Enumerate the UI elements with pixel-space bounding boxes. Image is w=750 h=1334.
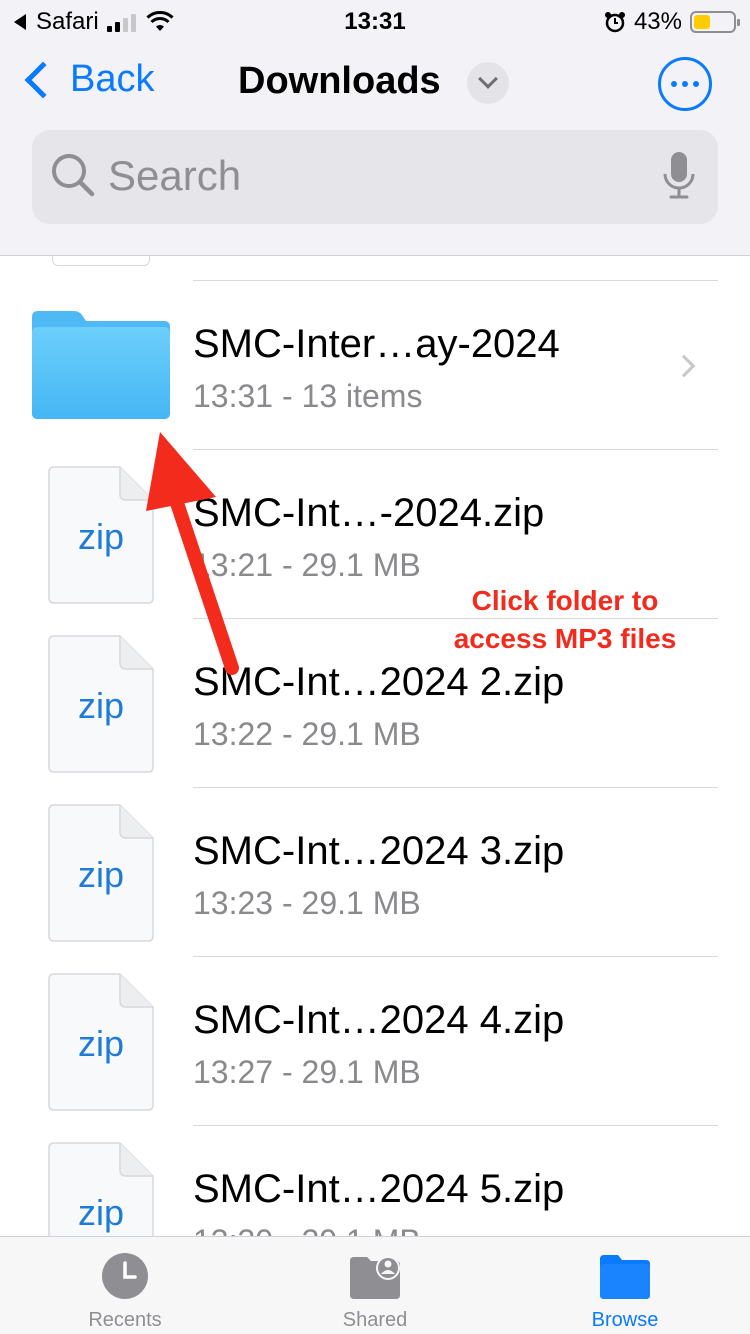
file-list: SMC-Inter…ay-2024 13:31 - 13 items zip S… (0, 256, 750, 1236)
zip-file-icon: zip (48, 635, 154, 773)
file-meta: 13:30 - 29.1 MB (193, 1223, 421, 1236)
more-options-button[interactable] (658, 57, 712, 111)
battery-icon (690, 11, 740, 33)
title-menu-button[interactable] (467, 62, 509, 104)
back-button[interactable]: Back (18, 58, 154, 101)
shared-folder-icon (350, 1256, 400, 1299)
battery-level (694, 15, 711, 29)
file-meta: 13:21 - 29.1 MB (193, 547, 421, 583)
search-input[interactable]: Search (32, 130, 718, 224)
row-divider (193, 787, 718, 788)
zip-icon-label: zip (77, 1192, 125, 1233)
dot-icon (693, 81, 699, 87)
file-name: SMC-Inter…ay-2024 (193, 322, 560, 366)
annotation-line-1: Click folder to (471, 585, 659, 616)
microphone-icon[interactable] (662, 150, 696, 202)
zip-file-icon: zip (48, 804, 154, 942)
file-meta: 13:23 - 29.1 MB (193, 885, 421, 921)
tab-browse[interactable]: Browse (500, 1237, 750, 1334)
tab-shared[interactable]: Shared (250, 1237, 500, 1334)
chevron-right-icon (672, 354, 696, 378)
zip-file-icon: zip (48, 1142, 154, 1236)
partial-file-icon (52, 256, 150, 266)
row-divider (193, 449, 718, 450)
row-divider (193, 956, 718, 957)
file-meta: 13:27 - 29.1 MB (193, 1054, 421, 1090)
search-placeholder: Search (108, 152, 242, 199)
file-name: SMC-Int…-2024.zip (193, 491, 545, 535)
list-item-zip[interactable]: zip SMC-Int…2024 3.zip 13:23 - 29.1 MB (0, 787, 750, 956)
row-divider (193, 1125, 718, 1126)
dot-icon (671, 81, 677, 87)
tab-label: Browse (591, 1309, 659, 1331)
tab-bar: Recents Shared Browse (0, 1236, 750, 1334)
zip-icon-label: zip (77, 685, 125, 726)
tab-label: Shared (342, 1309, 408, 1331)
file-name: SMC-Int…2024 4.zip (193, 998, 565, 1042)
zip-file-icon: zip (48, 973, 154, 1111)
dot-icon (682, 81, 688, 87)
file-name: SMC-Int…2024 5.zip (193, 1167, 565, 1211)
back-button-label: Back (70, 58, 155, 100)
list-item-zip[interactable]: zip SMC-Int…2024 5.zip 13:30 - 29.1 MB (0, 1125, 750, 1236)
status-bar: Safari 13:31 43% (0, 0, 750, 42)
zip-icon-label: zip (77, 516, 125, 557)
zip-icon-label: zip (77, 854, 125, 895)
folder-icon (32, 311, 170, 419)
search-icon (52, 154, 95, 197)
tab-label: Recents (88, 1309, 162, 1331)
status-right: 43% (604, 8, 740, 36)
zip-icon-label: zip (77, 1023, 125, 1064)
clock-icon (102, 1253, 148, 1299)
alarm-icon (604, 12, 625, 33)
tab-recents[interactable]: Recents (0, 1237, 250, 1334)
list-item-folder[interactable]: SMC-Inter…ay-2024 13:31 - 13 items (0, 280, 750, 449)
file-name: SMC-Int…2024 3.zip (193, 829, 565, 873)
list-item-zip[interactable]: zip SMC-Int…2024 4.zip 13:27 - 29.1 MB (0, 956, 750, 1125)
annotation-line-2: access MP3 files (453, 623, 677, 654)
zip-file-icon: zip (48, 466, 154, 604)
file-name: SMC-Int…2024 2.zip (193, 660, 565, 704)
annotation-text: Click folder to access MP3 files (420, 582, 710, 658)
folder-icon (600, 1255, 650, 1299)
page-title: Downloads (238, 60, 441, 102)
file-meta: 13:22 - 29.1 MB (193, 716, 421, 752)
row-divider (193, 280, 718, 281)
nav-bar: Back Downloads Search (0, 42, 750, 256)
chevron-left-icon (24, 61, 62, 98)
file-meta: 13:31 - 13 items (193, 378, 423, 414)
battery-percent: 43% (633, 8, 682, 35)
